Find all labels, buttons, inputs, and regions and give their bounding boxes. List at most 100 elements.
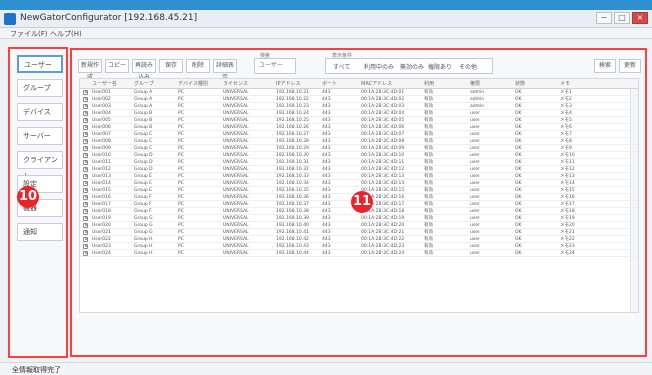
table-row[interactable]: User005 Group B PC UNIVERSAL 192.168.10.25 44… <box>80 117 638 124</box>
table-row[interactable]: User014 Group E PC UNIVERSAL 192.168.10.34 44… <box>80 180 638 187</box>
table-cell: メモ15 <box>560 188 575 193</box>
table-header-cell[interactable]: 権限 <box>470 80 480 87</box>
table-cell: 443 <box>322 125 331 130</box>
nav-servers-button[interactable]: サーバー <box>17 127 63 145</box>
minimize-button[interactable]: − <box>596 12 612 24</box>
nav-clients-button[interactable]: クライアント <box>17 151 63 180</box>
table-header-cell[interactable]: ポート <box>322 80 337 87</box>
table-row[interactable]: User010 Group D PC UNIVERSAL 192.168.10.30 44… <box>80 152 638 159</box>
table-header-cell[interactable]: デバイス種別 <box>178 80 208 87</box>
table-cell: メモ23 <box>560 244 575 249</box>
search-input[interactable] <box>259 62 290 70</box>
table-cell: User017 <box>92 202 111 207</box>
table-cell: Group C <box>134 139 153 144</box>
user-row-icon <box>83 160 88 165</box>
table-cell: UNIVERSAL <box>223 181 249 186</box>
toolbar-detail-button[interactable]: 詳細表示 <box>213 59 237 81</box>
table-header-cell[interactable]: 状態 <box>515 80 525 87</box>
close-button[interactable]: × <box>632 12 648 24</box>
toolbar-copy-button[interactable]: コピー <box>105 59 129 73</box>
table-cell: Group E <box>134 181 152 186</box>
filter-privileged[interactable]: 権限あり <box>428 62 452 71</box>
toolbar-new-button[interactable]: 新規作成 <box>78 59 102 81</box>
refresh-button[interactable]: 更新 <box>619 59 641 73</box>
filter-inactive[interactable]: 無効のみ <box>400 62 424 71</box>
toolbar-delete-button[interactable]: 削除 <box>186 59 210 73</box>
table-row[interactable]: User003 Group A PC UNIVERSAL 192.168.10.23 44… <box>80 103 638 110</box>
table-row[interactable]: User019 Group G PC UNIVERSAL 192.168.10.39 44… <box>80 215 638 222</box>
table-row[interactable]: User002 Group A PC UNIVERSAL 192.168.10.22 44… <box>80 96 638 103</box>
filter-other[interactable]: その他 <box>459 62 477 71</box>
search-box[interactable]: 検索 <box>254 53 296 74</box>
table-header-cell[interactable]: ユーザー名 <box>92 80 117 87</box>
table-cell: PC <box>178 202 184 207</box>
table-cell: user <box>470 195 480 200</box>
table-row[interactable]: User012 Group D PC UNIVERSAL 192.168.10.32 44… <box>80 166 638 173</box>
table-cell: PC <box>178 90 184 95</box>
table-cell: OK <box>515 209 522 214</box>
table-cell: 有効 <box>424 104 433 109</box>
table-cell: 有効 <box>424 237 433 242</box>
table-header-cell[interactable]: MACアドレス <box>361 80 392 87</box>
maximize-button[interactable]: □ <box>614 12 630 24</box>
table-cell: UNIVERSAL <box>223 174 249 179</box>
table-cell: 192.168.10.41 <box>276 230 309 235</box>
table-header-cell[interactable]: メモ <box>560 80 570 87</box>
table-row[interactable]: User001 Group A PC UNIVERSAL 192.168.10.21 44… <box>80 89 638 96</box>
table-cell: user <box>470 160 480 165</box>
table-row[interactable]: User022 Group H PC UNIVERSAL 192.168.10.42 44… <box>80 236 638 243</box>
table-cell: Group E <box>134 174 152 179</box>
table-cell: 00:1A:2B:3C:4D:09 <box>361 146 405 151</box>
user-row-icon <box>83 174 88 179</box>
table-cell: PC <box>178 209 184 214</box>
nav-notify-button[interactable]: 通知 <box>17 223 63 241</box>
table-row[interactable]: User004 Group B PC UNIVERSAL 192.168.10.24 44… <box>80 110 638 117</box>
nav-groups-button[interactable]: グループ <box>17 79 63 97</box>
table-row[interactable]: User011 Group D PC UNIVERSAL 192.168.10.31 44… <box>80 159 638 166</box>
search-button[interactable]: 検索 <box>594 59 616 73</box>
table-row[interactable]: User023 Group H PC UNIVERSAL 192.168.10.43 44… <box>80 243 638 250</box>
table-row[interactable]: User008 Group C PC UNIVERSAL 192.168.10.28 44… <box>80 138 638 145</box>
table-cell: メモ24 <box>560 251 575 256</box>
filter-active[interactable]: 利用中のみ <box>364 62 394 71</box>
menu-help[interactable]: ヘルプ(H) <box>50 29 82 39</box>
table-row[interactable]: User007 Group C PC UNIVERSAL 192.168.10.27 44… <box>80 131 638 138</box>
table-cell: 192.168.10.33 <box>276 174 309 179</box>
table-cell: 443 <box>322 160 331 165</box>
table-cell: 00:1A:2B:3C:4D:21 <box>361 230 405 235</box>
table-header-cell[interactable]: グループ <box>134 80 154 87</box>
table-cell: UNIVERSAL <box>223 160 249 165</box>
table-header-cell[interactable]: IPアドレス <box>276 80 301 87</box>
table-cell: Group A <box>134 90 153 95</box>
table-cell: user <box>470 223 480 228</box>
filter-group: 表示条件 すべて 利用中のみ 無効のみ 権限あり その他 <box>325 53 493 74</box>
table-header-cell[interactable]: 利用 <box>424 80 434 87</box>
table-cell: user <box>470 251 480 256</box>
table-header-cell[interactable]: ライセンス <box>223 80 248 87</box>
table-row[interactable]: User020 Group G PC UNIVERSAL 192.168.10.40 44… <box>80 222 638 229</box>
menu-file[interactable]: ファイル(F) <box>10 29 48 39</box>
table-cell: メモ2 <box>560 97 572 102</box>
user-row-icon <box>83 223 88 228</box>
table-row[interactable]: User009 Group C PC UNIVERSAL 192.168.10.29 44… <box>80 145 638 152</box>
table-cell: UNIVERSAL <box>223 230 249 235</box>
table-cell: UNIVERSAL <box>223 195 249 200</box>
filter-all[interactable]: すべて <box>333 62 350 71</box>
nav-devices-button[interactable]: デバイス <box>17 103 63 121</box>
table-cell: 192.168.10.23 <box>276 104 309 109</box>
table-row[interactable]: User021 Group G PC UNIVERSAL 192.168.10.41 44… <box>80 229 638 236</box>
toolbar-reload-button[interactable]: 再読み込み <box>132 59 156 81</box>
table-cell: Group A <box>134 97 153 102</box>
table-cell: 192.168.10.30 <box>276 153 309 158</box>
user-row-icon <box>83 202 88 207</box>
table-row[interactable]: User013 Group E PC UNIVERSAL 192.168.10.33 44… <box>80 173 638 180</box>
nav-users-button[interactable]: ユーザー <box>17 55 63 73</box>
table-cell: メモ7 <box>560 132 572 137</box>
table-cell: User020 <box>92 223 111 228</box>
table-cell: 443 <box>322 216 331 221</box>
table-cell: 00:1A:2B:3C:4D:20 <box>361 223 405 228</box>
table-cell: メモ12 <box>560 167 575 172</box>
toolbar-save-button[interactable]: 保存 <box>159 59 183 73</box>
table-row[interactable]: User006 Group B PC UNIVERSAL 192.168.10.26 44… <box>80 124 638 131</box>
table-row[interactable]: User024 Group H PC UNIVERSAL 192.168.10.44 44… <box>80 250 638 257</box>
